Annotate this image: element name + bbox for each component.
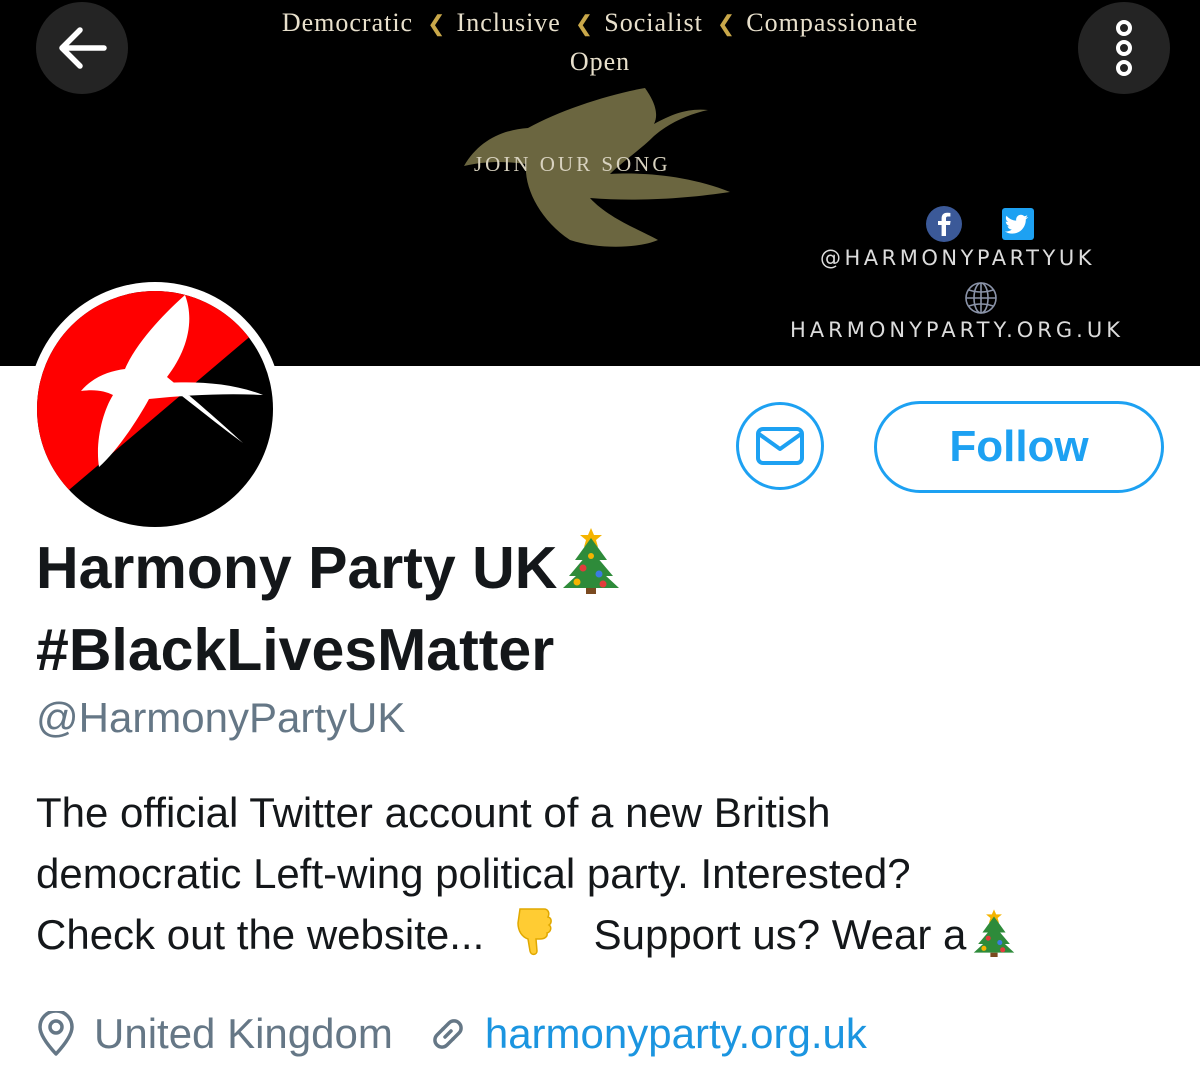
arrow-left-icon xyxy=(59,27,107,69)
back-button[interactable] xyxy=(36,2,128,94)
value-democratic: Democratic xyxy=(281,8,414,37)
globe-icon xyxy=(965,282,997,314)
pointing-down-icon xyxy=(517,908,552,956)
profile-name-text: Harmony Party UK xyxy=(36,535,558,601)
mail-icon xyxy=(756,427,804,465)
twitter-icon xyxy=(1002,208,1034,240)
harmony-swallow-avatar-icon xyxy=(37,291,273,527)
chevron-icon: ❮ xyxy=(574,11,595,36)
value-compassionate: Compassionate xyxy=(746,8,919,37)
website-link[interactable]: harmonyparty.org.uk xyxy=(485,1010,867,1058)
bio-line: Support us? Wear a xyxy=(593,911,967,958)
chevron-icon: ❮ xyxy=(716,11,737,36)
location-text: United Kingdom xyxy=(94,1010,393,1057)
profile-bio: The official Twitter account of a new Br… xyxy=(36,782,1166,965)
location-pin-icon xyxy=(38,1011,74,1056)
link-icon xyxy=(433,1019,463,1049)
profile-name-hashtag: #BlackLivesMatter xyxy=(36,617,555,683)
follow-button[interactable]: Follow xyxy=(874,401,1164,493)
value-inclusive: Inclusive xyxy=(456,8,561,37)
more-vertical-icon xyxy=(1116,20,1132,76)
avatar[interactable] xyxy=(28,282,282,536)
more-options-button[interactable] xyxy=(1078,2,1170,94)
christmas-tree-icon xyxy=(563,528,620,594)
banner-website: HARMONYPARTY.ORG.UK xyxy=(790,318,1124,342)
chevron-icon: ❮ xyxy=(427,11,447,36)
value-open: Open xyxy=(569,47,631,76)
message-button[interactable] xyxy=(736,402,824,490)
banner-values: Democratic ❮ Inclusive ❮ Socialist ❮ Compassio… xyxy=(0,4,1200,81)
banner-tagline: JOIN OUR SONG xyxy=(474,152,671,176)
facebook-icon xyxy=(926,206,962,242)
value-socialist: Socialist xyxy=(604,8,703,37)
banner-handle: @HARMONYPARTYUK xyxy=(820,246,1095,270)
bio-line: Check out the website... xyxy=(36,911,485,958)
social-icons xyxy=(926,206,1034,242)
christmas-tree-icon xyxy=(974,909,1015,957)
bio-line: democratic Left-wing political party. In… xyxy=(36,850,911,897)
profile-meta: United Kingdom harmonyparty.org.uk xyxy=(36,1004,867,1064)
profile-handle: @HarmonyPartyUK xyxy=(36,694,406,741)
bio-line: The official Twitter account of a new Br… xyxy=(36,789,831,836)
profile-name: Harmony Party UK #BlackLivesMatter xyxy=(36,522,1156,691)
